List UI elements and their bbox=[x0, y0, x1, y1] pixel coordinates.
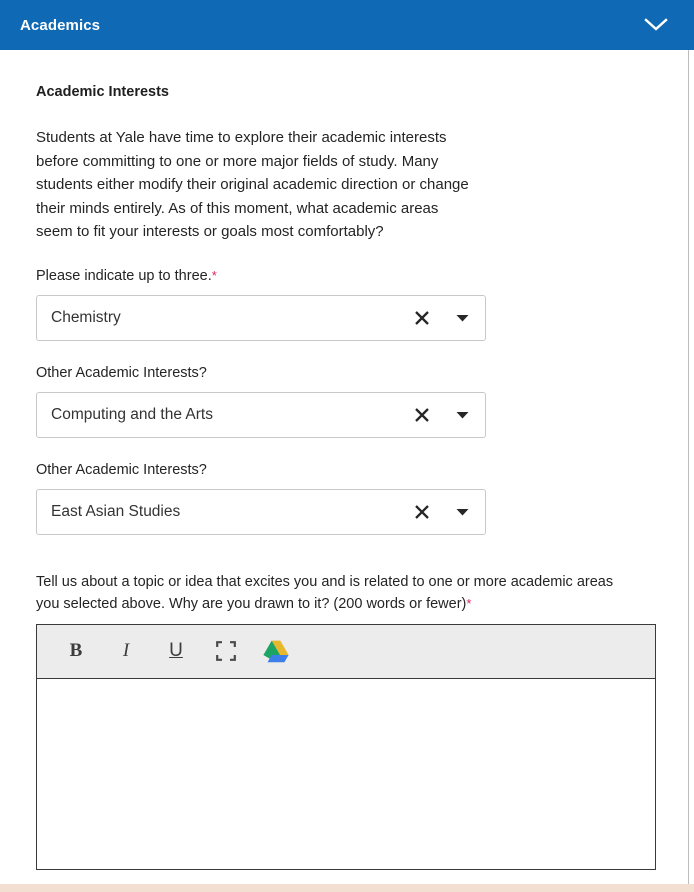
field-label: Please indicate up to three.* bbox=[36, 266, 694, 286]
content-right-rule bbox=[688, 50, 689, 884]
select-value: Computing and the Arts bbox=[51, 405, 213, 423]
required-asterisk: * bbox=[466, 595, 472, 611]
google-drive-icon[interactable] bbox=[251, 631, 301, 671]
field-group-primary-interest: Please indicate up to three.* Chemistry bbox=[36, 266, 694, 341]
select-primary-interest[interactable]: Chemistry bbox=[36, 294, 486, 341]
block-title: Academic Interests bbox=[36, 84, 169, 100]
caret-down-icon[interactable] bbox=[439, 508, 485, 516]
field-group-other-interest-2: Other Academic Interests? East Asian Stu… bbox=[36, 460, 694, 535]
italic-button[interactable]: I bbox=[101, 631, 151, 671]
close-icon[interactable] bbox=[405, 503, 439, 521]
field-label: Other Academic Interests? bbox=[36, 363, 694, 383]
field-label: Other Academic Interests? bbox=[36, 460, 694, 480]
required-asterisk: * bbox=[211, 267, 217, 283]
essay-prompt-text: Tell us about a topic or idea that excit… bbox=[36, 573, 614, 612]
field-label-text: Other Academic Interests? bbox=[36, 461, 207, 478]
field-label-text: Other Academic Interests? bbox=[36, 364, 207, 381]
essay-prompt: Tell us about a topic or idea that excit… bbox=[36, 571, 636, 615]
rich-text-editor: B I U bbox=[36, 623, 656, 870]
fullscreen-icon[interactable] bbox=[201, 631, 251, 671]
close-icon[interactable] bbox=[405, 309, 439, 327]
bottom-accent-strip bbox=[0, 884, 694, 892]
essay-textarea[interactable] bbox=[37, 678, 655, 869]
editor-toolbar: B I U bbox=[37, 624, 655, 679]
select-value: East Asian Studies bbox=[51, 502, 181, 520]
field-group-other-interest-1: Other Academic Interests? Computing and … bbox=[36, 363, 694, 438]
form-body: Academic Interests Students at Yale have… bbox=[0, 84, 694, 870]
close-icon[interactable] bbox=[405, 406, 439, 424]
section-header-title: Academics bbox=[20, 16, 101, 34]
caret-down-icon[interactable] bbox=[439, 411, 485, 419]
caret-down-icon[interactable] bbox=[439, 314, 485, 322]
underline-button[interactable]: U bbox=[151, 631, 201, 671]
bold-button[interactable]: B bbox=[51, 631, 101, 671]
select-other-interest-2[interactable]: East Asian Studies bbox=[36, 488, 486, 535]
select-other-interest-1[interactable]: Computing and the Arts bbox=[36, 391, 486, 438]
intro-paragraph: Students at Yale have time to explore th… bbox=[36, 129, 469, 240]
section-header[interactable]: Academics bbox=[0, 0, 694, 50]
chevron-down-icon[interactable] bbox=[636, 5, 676, 45]
select-value: Chemistry bbox=[51, 308, 121, 326]
field-label-text: Please indicate up to three. bbox=[36, 267, 212, 284]
